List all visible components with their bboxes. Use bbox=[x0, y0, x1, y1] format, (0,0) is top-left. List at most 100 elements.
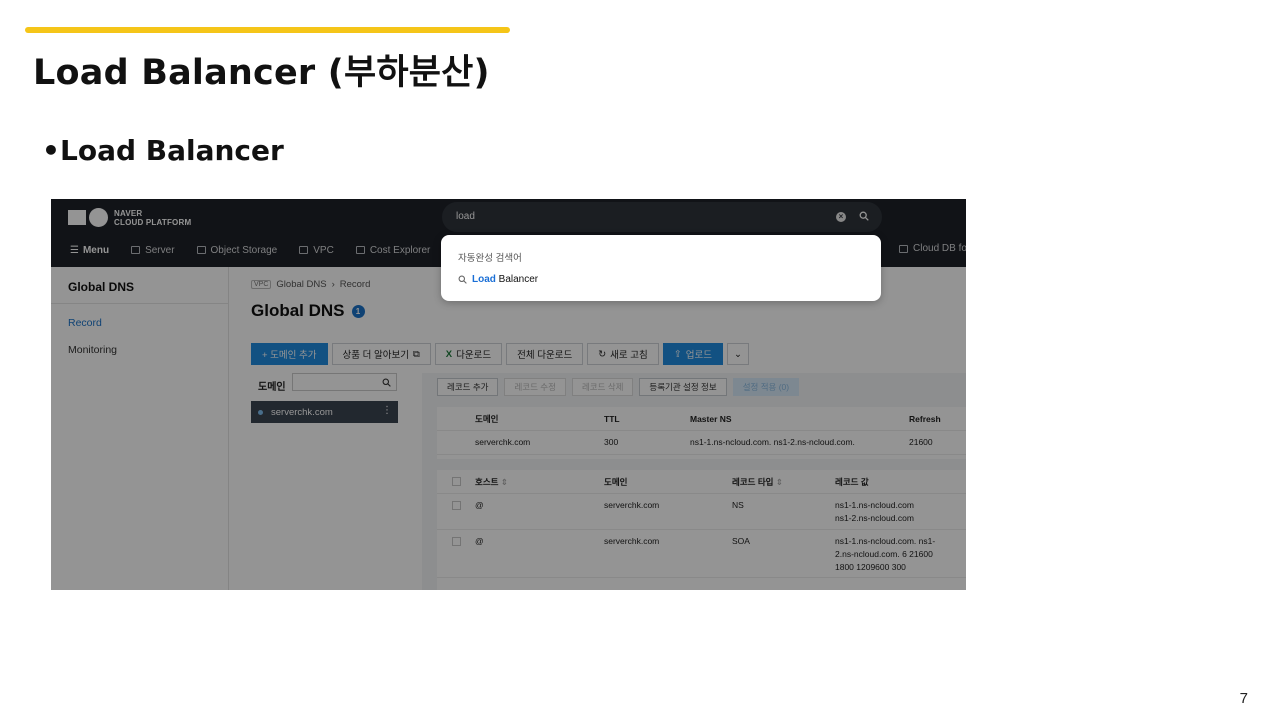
delete-record-button[interactable]: 레코드 삭제 bbox=[571, 378, 634, 396]
table-cell: ns1-1.ns-ncloud.com. ns1- 2.ns-ncloud.co… bbox=[835, 536, 936, 572]
table-cell: SOA bbox=[732, 536, 750, 546]
storage-icon bbox=[196, 246, 206, 254]
more-dropdown-button[interactable]: ⌄ bbox=[726, 343, 749, 365]
upload-icon: ⇪ bbox=[673, 348, 682, 360]
nav-item-server[interactable]: Server bbox=[131, 245, 175, 256]
table-cell: ns1-1.ns-ncloud.com ns1-2.ns-ncloud.com bbox=[835, 500, 914, 523]
menu-button[interactable]: ☰ Menu bbox=[70, 245, 109, 256]
add-domain-button[interactable]: + 도메인 추가 bbox=[251, 343, 328, 365]
table-row[interactable]: @ serverchk.com SOA ns1-1.ns-ncloud.com.… bbox=[437, 530, 966, 578]
breadcrumb-parent[interactable]: Global DNS bbox=[276, 279, 326, 290]
slide-title: Load Balancer (부하분산) bbox=[33, 53, 490, 93]
suggestion-load-balancer[interactable]: Load Balancer bbox=[458, 274, 538, 285]
table-cell: @ bbox=[475, 536, 484, 546]
row-checkbox[interactable] bbox=[452, 501, 461, 510]
breadcrumb: VPC Global DNS › Record bbox=[251, 279, 370, 290]
sidebar-title: Global DNS bbox=[68, 280, 135, 294]
status-dot-icon bbox=[258, 410, 263, 415]
suggestion-highlight: Load bbox=[472, 274, 496, 285]
column-header: 레코드 값 bbox=[835, 477, 869, 487]
search-icon[interactable] bbox=[382, 378, 391, 387]
column-header: TTL bbox=[604, 414, 620, 424]
domain-list-item[interactable]: serverchk.com ⋮ bbox=[251, 401, 398, 423]
refresh-button[interactable]: ↻ 새로 고침 bbox=[587, 343, 659, 365]
main-content: VPC Global DNS › Record Global DNS 1 + 도… bbox=[229, 267, 966, 590]
table-cell: NS bbox=[732, 500, 744, 510]
registrar-info-button[interactable]: 등록기관 설정 정보 bbox=[639, 378, 727, 396]
download-label: 다운로드 bbox=[456, 350, 492, 361]
download-button[interactable]: X 다운로드 bbox=[434, 343, 503, 365]
sort-icon: ⇕ bbox=[500, 477, 508, 487]
record-table: 호스트 ⇕ 도메인 레코드 타입 ⇕ 레코드 값 @ serverchk.com… bbox=[437, 470, 966, 590]
sort-icon: ⇕ bbox=[775, 477, 783, 487]
nav-item-vpc[interactable]: VPC bbox=[299, 245, 334, 256]
page-number: 7 bbox=[1239, 690, 1248, 707]
nav-label: Cost Explorer bbox=[369, 244, 431, 256]
page-title: Global DNS bbox=[251, 301, 345, 320]
domain-info-table: 도메인 TTL Master NS Refresh serverchk.com … bbox=[437, 407, 966, 459]
chevron-right-icon: › bbox=[331, 279, 335, 290]
menu-label: Menu bbox=[82, 244, 110, 256]
search-input[interactable]: load bbox=[456, 211, 475, 222]
table-row: serverchk.com 300 ns1-1.ns-ncloud.com. n… bbox=[437, 431, 966, 455]
refresh-label: 새로 고침 bbox=[610, 350, 648, 361]
column-header: 도메인 bbox=[475, 414, 499, 424]
chevron-down-icon: ⌄ bbox=[733, 348, 742, 360]
main-toolbar: + 도메인 추가 상품 더 알아보기 ⧉ X 다운로드 전체 다운로드 ↻ 새로 고침… bbox=[251, 343, 749, 365]
domain-panel-label: 도메인 bbox=[258, 382, 286, 393]
column-header: Refresh bbox=[909, 414, 941, 424]
sidebar-item-monitoring[interactable]: Monitoring bbox=[68, 344, 117, 356]
table-cell: serverchk.com bbox=[475, 437, 531, 447]
logo-line-1: NAVER bbox=[114, 208, 143, 218]
search-bar[interactable]: load × bbox=[442, 202, 882, 232]
suggestion-rest: Balancer bbox=[495, 274, 539, 285]
vpc-icon bbox=[299, 246, 309, 254]
ncp-logo[interactable]: NAVER CLOUD PLATFORM bbox=[68, 208, 191, 227]
table-row[interactable]: @ serverchk.com NS ns1-1.ns-ncloud.com n… bbox=[437, 494, 966, 530]
sidebar-item-record[interactable]: Record bbox=[68, 317, 102, 329]
database-icon bbox=[899, 244, 908, 253]
select-all-checkbox[interactable] bbox=[452, 477, 461, 486]
search-suggestions: 자동완성 검색어 Load Balancer bbox=[441, 235, 881, 301]
domain-count-badge: 1 bbox=[351, 304, 365, 318]
table-cell: 21600 bbox=[909, 437, 933, 447]
column-header: 도메인 bbox=[604, 477, 628, 487]
download-all-button[interactable]: 전체 다운로드 bbox=[506, 343, 584, 365]
server-icon bbox=[131, 246, 141, 254]
nav-item-object-storage[interactable]: Object Storage bbox=[196, 244, 278, 256]
table-cell: @ bbox=[475, 500, 484, 510]
column-header-type[interactable]: 레코드 타입 ⇕ bbox=[732, 476, 783, 489]
excel-icon: X bbox=[445, 348, 453, 360]
vpc-tag: VPC bbox=[251, 280, 272, 289]
clear-icon[interactable]: × bbox=[836, 212, 846, 222]
bullet-dot: • bbox=[42, 134, 60, 167]
search-icon[interactable] bbox=[859, 211, 869, 221]
add-record-button[interactable]: 레코드 추가 bbox=[437, 378, 499, 396]
kebab-menu-icon[interactable]: ⋮ bbox=[382, 405, 392, 416]
logo-line-2: CLOUD PLATFORM bbox=[114, 217, 192, 227]
sidebar: Global DNS Record Monitoring bbox=[51, 267, 229, 590]
table-header: 도메인 TTL Master NS Refresh bbox=[437, 407, 966, 431]
column-header-host[interactable]: 호스트 ⇕ bbox=[475, 476, 508, 489]
suggestions-header: 자동완성 검색어 bbox=[458, 253, 522, 264]
records-panel: 레코드 추가 레코드 수정 레코드 삭제 등록기관 설정 정보 설정 적용 (0… bbox=[422, 373, 966, 590]
edit-record-button[interactable]: 레코드 수정 bbox=[504, 378, 566, 396]
row-checkbox[interactable] bbox=[452, 537, 461, 546]
hamburger-icon: ☰ bbox=[70, 244, 79, 256]
table-cell: serverchk.com bbox=[604, 500, 660, 510]
table-header: 호스트 ⇕ 도메인 레코드 타입 ⇕ 레코드 값 bbox=[437, 470, 966, 494]
upload-button[interactable]: ⇪ 업로드 bbox=[662, 343, 723, 365]
domain-search-input[interactable] bbox=[292, 373, 397, 391]
nav-label: Object Storage bbox=[210, 244, 278, 256]
nav-bar: ☰ Menu Server Object Storage VPC Cost Ex… bbox=[51, 239, 430, 261]
bullet-item: •Load Balancer bbox=[42, 134, 284, 167]
title-accent-bar bbox=[25, 27, 510, 33]
sidebar-divider bbox=[51, 303, 229, 304]
nav-item-cost-explorer[interactable]: Cost Explorer bbox=[355, 244, 431, 256]
domain-name: serverchk.com bbox=[271, 406, 333, 418]
column-header: Master NS bbox=[690, 414, 732, 424]
apply-settings-button[interactable]: 설정 적용 (0) bbox=[732, 378, 800, 396]
nav-item-cloud-db[interactable]: Cloud DB for bbox=[899, 243, 966, 254]
nav-label: VPC bbox=[313, 244, 334, 256]
learn-more-button[interactable]: 상품 더 알아보기 ⧉ bbox=[331, 343, 431, 365]
